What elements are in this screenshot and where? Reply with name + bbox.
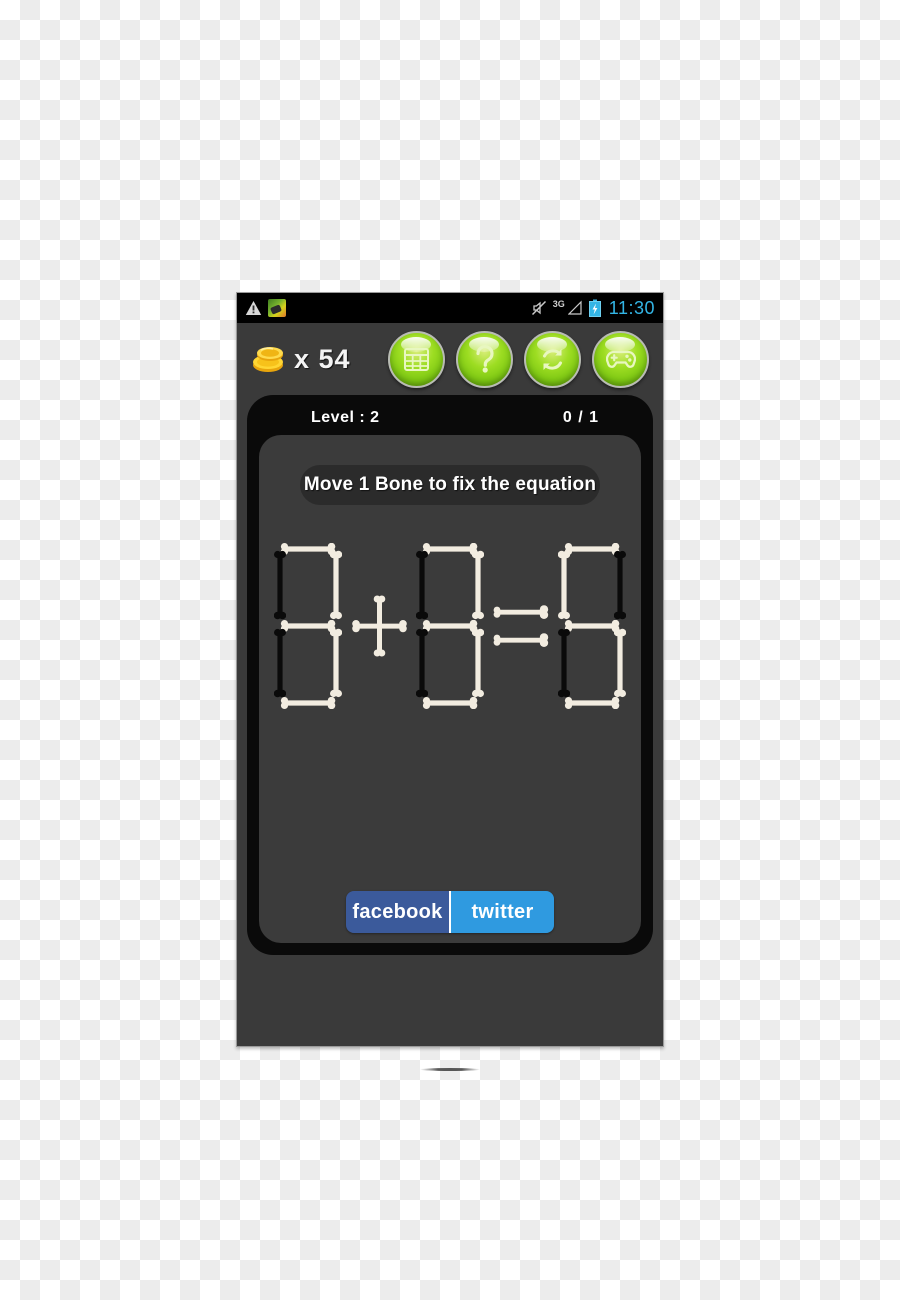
twitter-button[interactable]: twitter — [451, 891, 554, 933]
bone-segment-middle[interactable] — [279, 620, 337, 632]
bone-segment-top-left[interactable] — [274, 549, 286, 621]
bone-equation — [259, 541, 641, 711]
bone-segment-bottom[interactable] — [421, 697, 479, 709]
game-screen-frame: Level : 2 0 / 1 Move 1 Bone to fix the e… — [247, 395, 653, 955]
bone-segment-bottom-right[interactable] — [472, 627, 484, 699]
bone-segment-bottom-left[interactable] — [274, 627, 286, 699]
warning-triangle-icon — [245, 300, 262, 316]
game-top-bar: x 54 — [237, 323, 663, 395]
bone-segment-top[interactable] — [421, 543, 479, 555]
bone-segment-bottom[interactable] — [563, 697, 621, 709]
bone-segment-top-right[interactable] — [330, 549, 342, 621]
status-bar-clock: 11:30 — [608, 298, 655, 318]
bone-segment-top-right[interactable] — [614, 549, 626, 621]
question-mark-icon — [472, 344, 498, 374]
levels-button[interactable] — [388, 330, 445, 388]
bone-segment-top-left[interactable] — [558, 549, 570, 621]
restart-button[interactable] — [524, 330, 581, 388]
bone-segment-top-right[interactable] — [472, 549, 484, 621]
status-bar-right-icons: 3G 11:30 — [531, 299, 655, 317]
grid-icon — [403, 346, 430, 373]
bone-segment-bottom-left[interactable] — [416, 627, 428, 699]
digit-middle[interactable] — [416, 541, 484, 711]
puzzle-playfield: Move 1 Bone to fix the equation facebook… — [259, 435, 641, 943]
bone-segment-top[interactable] — [279, 543, 337, 555]
gold-coin-stack-icon — [249, 344, 287, 374]
digit-left[interactable] — [274, 541, 342, 711]
coin-counter: x 54 — [249, 344, 351, 375]
facebook-button[interactable]: facebook — [346, 891, 451, 933]
refresh-icon — [538, 345, 567, 374]
status-bar-left-icons — [245, 299, 286, 317]
phone-bottom-bezel — [237, 955, 663, 1040]
phone-drop-shadow — [420, 1068, 480, 1071]
app-notification-icon — [268, 299, 286, 317]
equals-operator — [490, 541, 552, 711]
level-bar: Level : 2 0 / 1 — [253, 401, 647, 435]
hint-button[interactable] — [456, 330, 513, 388]
bone-segment-top-left[interactable] — [416, 549, 428, 621]
bone-segment-bottom[interactable] — [279, 697, 337, 709]
coin-count-label: x 54 — [294, 343, 351, 374]
plus-operator — [348, 541, 410, 711]
gamepad-icon — [605, 347, 636, 371]
level-label: Level : 2 — [311, 409, 380, 426]
bone-segment-middle[interactable] — [421, 620, 479, 632]
bone-segment-top[interactable] — [563, 543, 621, 555]
network-type-label: 3G — [552, 298, 565, 309]
top-action-buttons — [388, 330, 653, 388]
signal-triangle-icon — [567, 300, 583, 316]
score-label: 0 / 1 — [562, 409, 599, 426]
phone-device-frame: 3G 11:30 x 54 Level: 2 0 / 1 Move 1 Bon… — [236, 292, 664, 1047]
vibrate-mute-icon — [531, 300, 547, 316]
bone-segment-bottom-right[interactable] — [614, 627, 626, 699]
social-share-buttons: facebook twitter — [346, 891, 554, 933]
battery-charging-icon — [588, 299, 601, 317]
bone-segment-bottom-right[interactable] — [330, 627, 342, 699]
hint-banner: Move 1 Bone to fix the equation — [300, 465, 600, 505]
bone-segment-middle[interactable] — [563, 620, 621, 632]
more-games-button[interactable] — [592, 330, 649, 388]
android-status-bar: 3G 11:30 — [237, 293, 663, 323]
digit-result[interactable] — [558, 541, 626, 711]
bone-segment-bottom-left[interactable] — [558, 627, 570, 699]
